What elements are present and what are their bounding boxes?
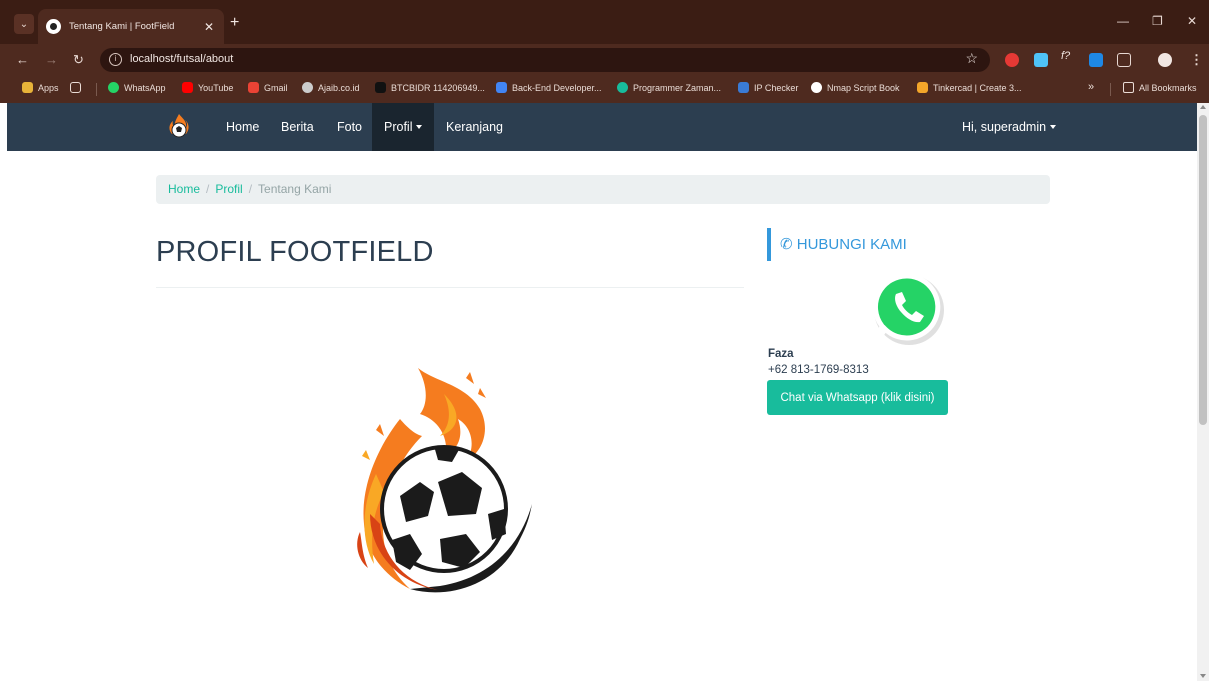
- bookmark-apps[interactable]: Apps: [22, 82, 59, 93]
- extension-formula-icon[interactable]: f?: [1061, 50, 1075, 64]
- tab-title: Tentang Kami | FootField: [69, 21, 175, 32]
- google-icon: [496, 82, 507, 93]
- contact-phone: +62 813-1769-8313: [768, 364, 869, 376]
- bookmark-programmer-zaman[interactable]: Programmer Zaman...: [617, 82, 721, 93]
- bookmark-star-icon[interactable]: ☆: [965, 50, 978, 67]
- nav-keranjang[interactable]: Keranjang: [434, 103, 515, 151]
- url-text: localhost/futsal/about: [130, 53, 234, 65]
- address-bar[interactable]: i localhost/futsal/about ☆: [100, 48, 990, 72]
- breadcrumb-home[interactable]: Home: [168, 182, 200, 196]
- bookmark-nmap[interactable]: Nmap Script Book: [811, 82, 900, 93]
- whatsapp-logo-icon[interactable]: [870, 270, 946, 346]
- browser-menu-icon[interactable]: ⋮: [1190, 51, 1203, 69]
- nav-profil-dropdown[interactable]: Profil: [372, 103, 435, 151]
- breadcrumb-separator: /: [248, 182, 253, 196]
- bookmark-youtube[interactable]: YouTube: [182, 82, 233, 93]
- bookmark-whatsapp[interactable]: WhatsApp: [108, 82, 166, 93]
- profile-avatar-icon[interactable]: [1158, 53, 1172, 67]
- bookmark-separator: [96, 83, 97, 96]
- bookmark-ip-checker[interactable]: IP Checker: [738, 82, 798, 93]
- page-title: PROFIL FOOTFIELD: [156, 236, 434, 268]
- caret-down-icon: [416, 125, 423, 129]
- user-menu-dropdown[interactable]: Hi, superadmin: [950, 103, 1068, 151]
- phone-icon: ✆: [780, 236, 793, 253]
- tab-close-icon[interactable]: ✕: [202, 20, 216, 34]
- title-divider: [156, 287, 744, 288]
- browser-toolbar: ← → ↻ i localhost/futsal/about ☆ f? ⋮: [0, 44, 1209, 76]
- breadcrumb: Home / Profil / Tentang Kami: [156, 175, 1050, 204]
- breadcrumb-profil[interactable]: Profil: [215, 182, 242, 196]
- tokocrypto-icon: [375, 82, 386, 93]
- nav-foto[interactable]: Foto: [325, 103, 374, 151]
- tab-search-button[interactable]: ⌄: [14, 14, 34, 34]
- programmer-zaman-icon: [617, 82, 628, 93]
- nav-berita[interactable]: Berita: [269, 103, 326, 151]
- footfield-logo-icon[interactable]: [167, 113, 191, 139]
- bookmark-backend-developer[interactable]: Back-End Developer...: [496, 82, 602, 93]
- extension-chat-icon[interactable]: [1005, 53, 1019, 67]
- extensions-puzzle-icon[interactable]: [1117, 53, 1131, 67]
- page-scrollbar[interactable]: [1197, 103, 1209, 681]
- bookmark-ajaib[interactable]: Ajaib.co.id: [302, 82, 360, 93]
- all-bookmarks-button[interactable]: All Bookmarks: [1123, 82, 1197, 93]
- gmail-icon: [248, 82, 259, 93]
- contact-heading: ✆ HUBUNGI KAMI: [767, 228, 907, 261]
- browser-tab-active[interactable]: Tentang Kami | FootField ✕: [38, 9, 224, 44]
- close-window-icon[interactable]: ✕: [1187, 14, 1197, 28]
- browser-tab-bar: ⌄ Tentang Kami | FootField ✕ + — ❐ ✕: [0, 0, 1209, 44]
- whatsapp-chat-button[interactable]: Chat via Whatsapp (klik disini): [767, 380, 948, 415]
- restore-icon[interactable]: ❐: [1152, 14, 1163, 28]
- forward-arrow-icon[interactable]: →: [45, 51, 58, 69]
- flaming-football-logo: [357, 368, 532, 593]
- folder-icon: [1123, 82, 1134, 93]
- bookmarks-overflow-button[interactable]: »: [1088, 81, 1094, 93]
- scroll-up-arrow-icon[interactable]: [1200, 105, 1206, 109]
- extension-blue-icon[interactable]: [1089, 53, 1103, 67]
- youtube-icon: [182, 82, 193, 93]
- nav-home[interactable]: Home: [214, 103, 271, 151]
- tab-favicon-icon: [46, 19, 61, 34]
- breadcrumb-current: Tentang Kami: [258, 182, 332, 196]
- bookmark-separator: [1110, 83, 1111, 96]
- bookmark-tinkercad[interactable]: Tinkercad | Create 3...: [917, 82, 1022, 93]
- globe-icon: [302, 82, 313, 93]
- eye-icon: [811, 82, 822, 93]
- breadcrumb-separator: /: [206, 182, 210, 196]
- user-greeting: Hi, superadmin: [962, 120, 1047, 134]
- minimize-icon[interactable]: —: [1117, 14, 1129, 28]
- back-arrow-icon[interactable]: ←: [16, 51, 29, 69]
- reload-icon[interactable]: ↻: [73, 51, 84, 69]
- contact-name: Faza: [768, 348, 794, 360]
- nav-profil-label: Profil: [384, 120, 413, 134]
- scroll-thumb[interactable]: [1199, 115, 1207, 425]
- scroll-down-arrow-icon[interactable]: [1200, 674, 1206, 678]
- whatsapp-icon: [108, 82, 119, 93]
- extension-tool-icon[interactable]: [1034, 53, 1048, 67]
- tab-groups-icon[interactable]: [70, 82, 86, 93]
- ip-checker-icon: [738, 82, 749, 93]
- bookmark-gmail[interactable]: Gmail: [248, 82, 288, 93]
- bookmarks-bar: Apps WhatsApp YouTube Gmail Ajaib.co.id …: [0, 76, 1209, 103]
- caret-down-icon: [1050, 125, 1057, 129]
- contact-heading-text: HUBUNGI KAMI: [796, 236, 907, 253]
- apps-grid-icon: [22, 82, 33, 93]
- new-tab-button[interactable]: +: [230, 14, 239, 32]
- site-navbar: Home Berita Foto Profil Keranjang Hi, su…: [7, 103, 1197, 151]
- site-info-icon[interactable]: i: [109, 53, 122, 66]
- bookmark-btcbidr[interactable]: BTCBIDR 114206949...: [375, 82, 485, 93]
- tinkercad-icon: [917, 82, 928, 93]
